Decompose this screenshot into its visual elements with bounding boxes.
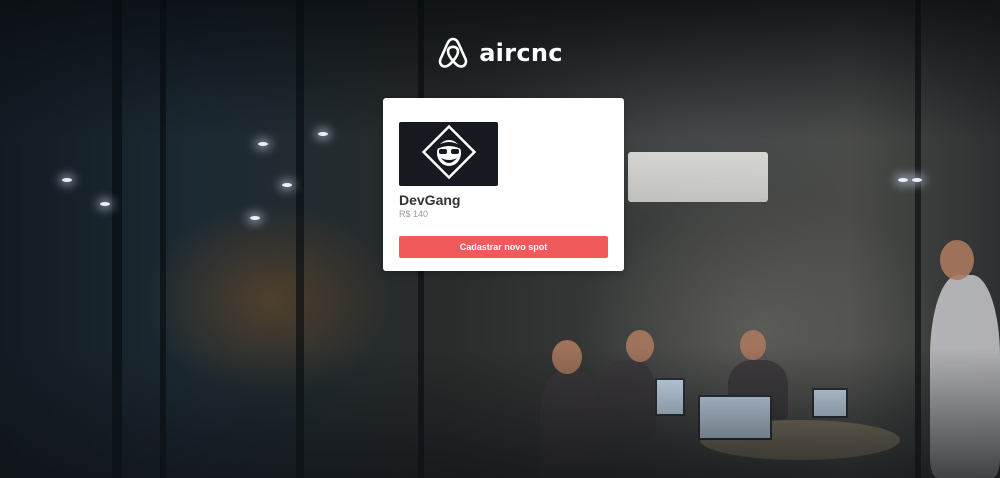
devgang-logo-icon <box>419 122 479 187</box>
brand-logo: aircnc <box>0 36 1000 70</box>
spot-card: DevGang R$ 140 Cadastrar novo spot <box>383 98 624 271</box>
brand-name: aircnc <box>479 39 563 67</box>
register-spot-button[interactable]: Cadastrar novo spot <box>399 236 608 258</box>
airbnb-logo-icon <box>437 36 469 70</box>
spot-name: DevGang <box>399 192 461 208</box>
spot-price: R$ 140 <box>399 209 429 219</box>
spot-thumbnail <box>399 122 498 186</box>
